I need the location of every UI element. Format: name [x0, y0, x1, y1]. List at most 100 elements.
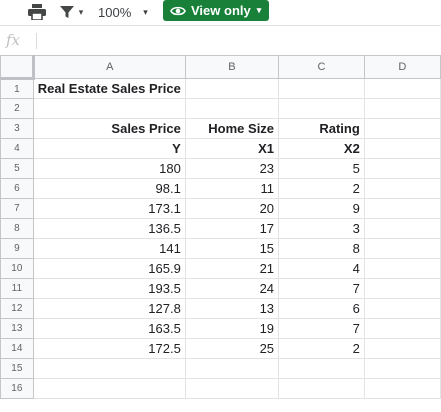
cell-b14[interactable]: 25	[184, 338, 280, 359]
select-all-corner[interactable]	[0, 55, 35, 80]
cell-a13[interactable]: 163.5	[32, 318, 186, 339]
cell-d6[interactable]	[363, 178, 441, 199]
cell-b16[interactable]	[184, 378, 280, 399]
row-header[interactable]: 15	[0, 358, 34, 379]
cell-d16[interactable]	[363, 378, 441, 399]
cell-c10[interactable]: 4	[278, 258, 365, 279]
cell-a3[interactable]: Sales Price	[32, 118, 186, 139]
formula-bar: fx	[0, 25, 441, 56]
filter-button[interactable]: ▾	[55, 3, 87, 21]
cell-d10[interactable]	[363, 258, 441, 279]
cell-a9[interactable]: 141	[32, 238, 186, 259]
cell-a7[interactable]: 173.1	[32, 198, 186, 219]
cell-d15[interactable]	[363, 358, 441, 379]
column-header-c[interactable]: C	[278, 55, 365, 79]
cell-d1[interactable]	[363, 78, 441, 99]
table-row: 6 98.1 11 2	[0, 178, 441, 199]
column-header-b[interactable]: B	[184, 55, 280, 79]
row-header[interactable]: 3	[0, 118, 34, 139]
cell-a8[interactable]: 136.5	[32, 218, 186, 239]
cell-d4[interactable]	[363, 138, 441, 159]
zoom-select[interactable]: 100% ▾	[98, 3, 156, 21]
cell-d11[interactable]	[363, 278, 441, 299]
cell-c13[interactable]: 7	[278, 318, 365, 339]
cell-d8[interactable]	[363, 218, 441, 239]
cell-c7[interactable]: 9	[278, 198, 365, 219]
cell-d13[interactable]	[363, 318, 441, 339]
row-header[interactable]: 10	[0, 258, 34, 279]
cell-b1[interactable]	[184, 78, 280, 99]
cell-d12[interactable]	[363, 298, 441, 319]
table-row: 16	[0, 378, 441, 399]
row-header[interactable]: 4	[0, 138, 34, 159]
print-icon[interactable]	[26, 3, 48, 21]
cell-c1[interactable]	[278, 78, 365, 99]
cell-c9[interactable]: 8	[278, 238, 365, 259]
column-header-d[interactable]: D	[363, 55, 441, 79]
cell-c2[interactable]	[278, 98, 365, 119]
filter-caret-icon: ▾	[78, 6, 84, 17]
table-row: 8 136.5 17 3	[0, 218, 441, 239]
cell-b5[interactable]: 23	[184, 158, 280, 179]
cell-c14[interactable]: 2	[278, 338, 365, 359]
cell-a11[interactable]: 193.5	[32, 278, 186, 299]
cell-c4[interactable]: X2	[278, 138, 365, 159]
cell-b7[interactable]: 20	[184, 198, 280, 219]
cell-b11[interactable]: 24	[184, 278, 280, 299]
cell-c15[interactable]	[278, 358, 365, 379]
cell-d7[interactable]	[363, 198, 441, 219]
row-header[interactable]: 14	[0, 338, 34, 359]
row-header[interactable]: 9	[0, 238, 34, 259]
row-header[interactable]: 12	[0, 298, 34, 319]
cell-a1[interactable]: Real Estate Sales Price	[32, 78, 186, 99]
table-row: 1 Real Estate Sales Price	[0, 78, 441, 99]
cell-c16[interactable]	[278, 378, 365, 399]
cell-b15[interactable]	[184, 358, 280, 379]
cell-b2[interactable]	[184, 98, 280, 119]
cell-b3[interactable]: Home Size	[184, 118, 280, 139]
cell-d9[interactable]	[363, 238, 441, 259]
cell-b4[interactable]: X1	[184, 138, 280, 159]
cell-c5[interactable]: 5	[278, 158, 365, 179]
cell-a10[interactable]: 165.9	[32, 258, 186, 279]
cell-d3[interactable]	[363, 118, 441, 139]
row-header[interactable]: 5	[0, 158, 34, 179]
row-header[interactable]: 16	[0, 378, 34, 399]
zoom-value: 100%	[98, 4, 132, 20]
table-row: 2	[0, 98, 441, 119]
cell-a14[interactable]: 172.5	[32, 338, 186, 359]
cell-b13[interactable]: 19	[184, 318, 280, 339]
formula-divider	[36, 33, 37, 49]
cell-a12[interactable]: 127.8	[32, 298, 186, 319]
view-only-button[interactable]: View only ▾	[163, 0, 269, 21]
cell-a16[interactable]	[32, 378, 186, 399]
cell-c11[interactable]: 7	[278, 278, 365, 299]
cell-c12[interactable]: 6	[278, 298, 365, 319]
cell-b10[interactable]: 21	[184, 258, 280, 279]
toolbar: ▾ 100% ▾ View only ▾	[0, 0, 441, 25]
cell-b12[interactable]: 13	[184, 298, 280, 319]
row-header[interactable]: 2	[0, 98, 34, 119]
row-header[interactable]: 6	[0, 178, 34, 199]
cell-d14[interactable]	[363, 338, 441, 359]
cell-a5[interactable]: 180	[32, 158, 186, 179]
cell-b9[interactable]: 15	[184, 238, 280, 259]
table-row: 3 Sales Price Home Size Rating	[0, 118, 441, 139]
cell-b8[interactable]: 17	[184, 218, 280, 239]
row-header[interactable]: 8	[0, 218, 34, 239]
cell-a4[interactable]: Y	[32, 138, 186, 159]
cell-c3[interactable]: Rating	[278, 118, 365, 139]
cell-b6[interactable]: 11	[184, 178, 280, 199]
cell-a15[interactable]	[32, 358, 186, 379]
cell-a6[interactable]: 98.1	[32, 178, 186, 199]
row-header[interactable]: 11	[0, 278, 34, 299]
row-header[interactable]: 7	[0, 198, 34, 219]
column-header-a[interactable]: A	[32, 55, 186, 79]
cell-d5[interactable]	[363, 158, 441, 179]
cell-c6[interactable]: 2	[278, 178, 365, 199]
cell-a2[interactable]	[32, 98, 186, 119]
row-header[interactable]: 13	[0, 318, 34, 339]
cell-d2[interactable]	[363, 98, 441, 119]
cell-c8[interactable]: 3	[278, 218, 365, 239]
row-header[interactable]: 1	[0, 78, 34, 99]
